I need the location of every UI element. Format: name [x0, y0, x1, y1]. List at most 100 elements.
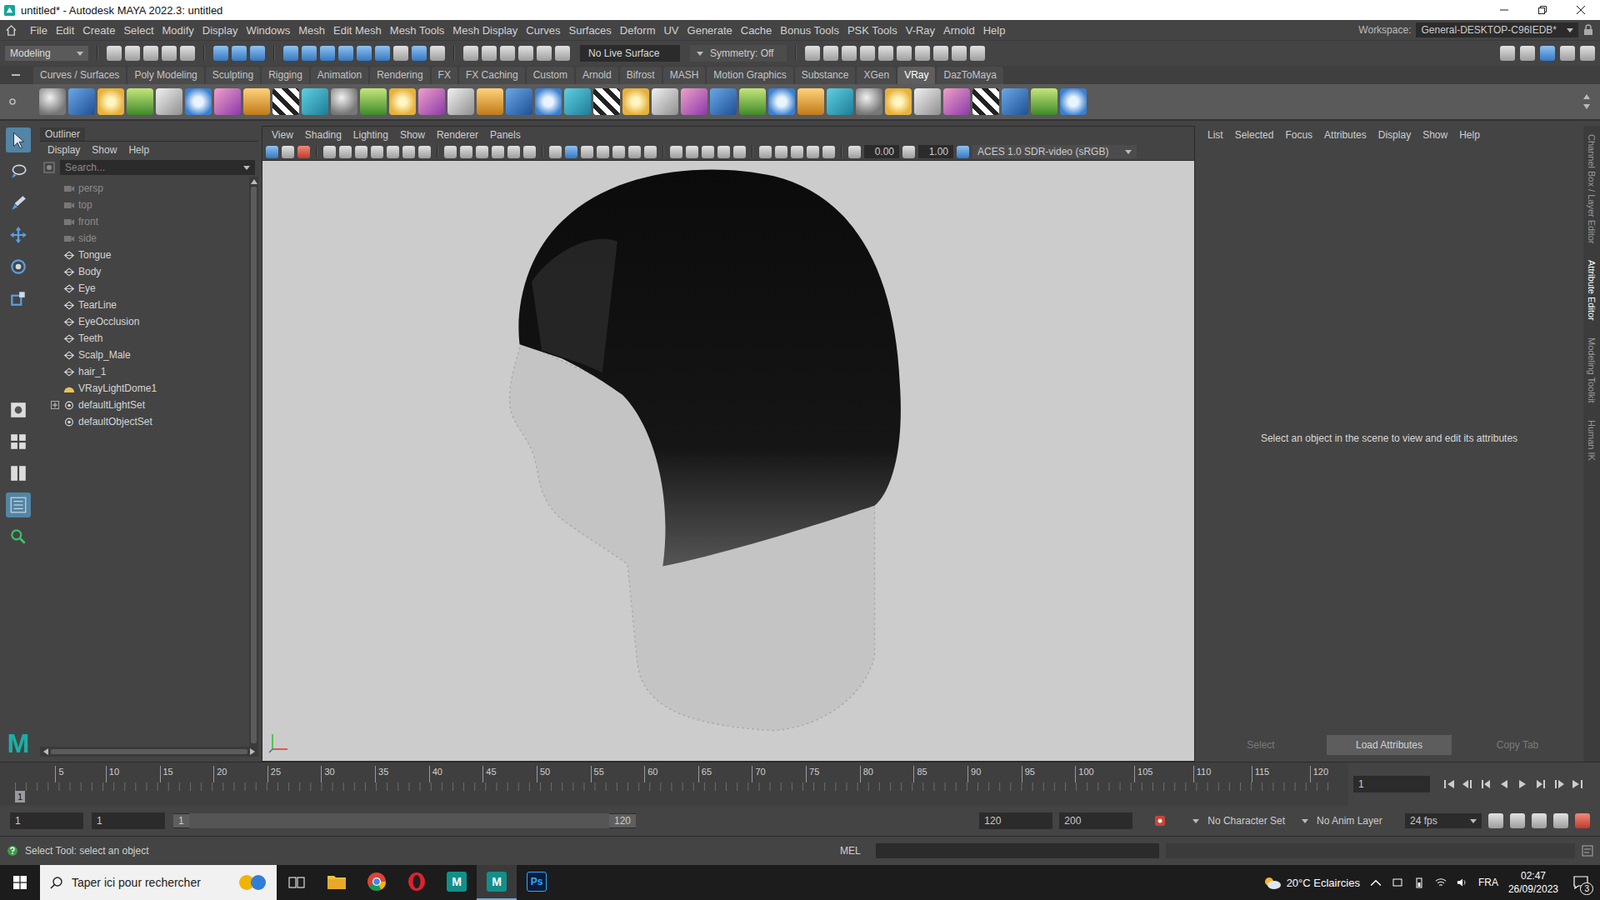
hud-tool-icon[interactable]	[759, 145, 772, 159]
command-field[interactable]	[875, 843, 1160, 859]
auto-key-icon[interactable]	[1154, 815, 1166, 827]
render-tool-icon[interactable]	[841, 45, 857, 61]
shelf-tool-icon[interactable]	[272, 88, 300, 115]
tool-button[interactable]	[5, 159, 31, 185]
step-back-key-icon[interactable]	[1461, 779, 1474, 790]
shelf-tab[interactable]: Curves / Surfaces	[33, 66, 126, 85]
shading-tool-icon[interactable]	[580, 145, 594, 159]
menu-item[interactable]: Mesh Tools	[385, 24, 450, 37]
outliner-item[interactable]: side	[40, 230, 250, 247]
layout-button[interactable]	[5, 429, 31, 455]
menu-item[interactable]: Display	[198, 24, 243, 37]
outliner-item[interactable]: defaultLightSet	[40, 396, 250, 414]
menu-item[interactable]: Create	[78, 24, 120, 37]
shelf-tool-icon[interactable]	[39, 88, 66, 115]
shelf-tab[interactable]: VRay	[897, 66, 935, 85]
outliner-item[interactable]: persp	[40, 180, 250, 197]
scroll-thumb[interactable]	[250, 186, 257, 744]
viewport-menu-item[interactable]: Renderer	[430, 129, 485, 141]
outliner-item[interactable]: hair_1	[40, 363, 250, 380]
show-hidden-icons-icon[interactable]	[1370, 876, 1382, 889]
hud-tool-icon[interactable]	[822, 145, 835, 159]
preferences-icon[interactable]	[1575, 813, 1590, 829]
shelf-tool-icon[interactable]	[768, 88, 795, 115]
shelf-settings-icon[interactable]	[8, 97, 17, 106]
hud-tool-icon[interactable]	[775, 145, 788, 159]
exposure-icon[interactable]	[848, 145, 861, 159]
shelf-tool-icon[interactable]	[330, 88, 358, 115]
display-tool-icon[interactable]	[507, 145, 520, 159]
step-forward-key-icon[interactable]	[1553, 779, 1565, 790]
clock[interactable]: 02:4726/09/2023	[1508, 869, 1559, 896]
attribute-menu-item[interactable]: Attributes	[1318, 129, 1373, 141]
selection-mask-icon[interactable]	[320, 45, 335, 61]
shelf-scroll[interactable]	[1583, 94, 1597, 110]
shading-tool-icon[interactable]	[596, 145, 610, 159]
file-tool-icon[interactable]	[125, 45, 140, 61]
shelf-tool-icon[interactable]	[855, 88, 883, 115]
attribute-menu-item[interactable]: Help	[1453, 129, 1486, 141]
select-mode-icon[interactable]	[250, 45, 265, 61]
menu-item[interactable]: Edit	[51, 24, 79, 37]
menu-item[interactable]: File	[25, 24, 52, 37]
symmetry-dropdown[interactable]: Symmetry: Off	[690, 45, 787, 62]
shelf-tool-icon[interactable]	[710, 88, 737, 115]
isolate-tool-icon[interactable]	[685, 145, 699, 159]
attribute-menu-item[interactable]: Selected	[1229, 129, 1280, 141]
play-backward-icon[interactable]	[1498, 779, 1510, 790]
selection-mask-icon[interactable]	[393, 45, 409, 61]
volume-icon[interactable]	[1456, 876, 1469, 889]
snap-icon[interactable]	[463, 45, 479, 61]
render-tool-icon[interactable]	[970, 45, 985, 61]
speed-icon[interactable]	[1553, 813, 1569, 829]
animation-end-field[interactable]: 200	[1059, 812, 1133, 830]
playback-end-field[interactable]: 120	[979, 812, 1053, 830]
notification-center[interactable]: 3	[1568, 865, 1594, 900]
tool-button[interactable]	[5, 190, 31, 216]
shading-tool-icon[interactable]	[565, 145, 578, 159]
viewport-menu-item[interactable]: Shading	[299, 129, 348, 141]
attribute-button[interactable]: Copy Tab	[1455, 735, 1580, 755]
news-widget-icon[interactable]	[236, 872, 270, 893]
menu-item[interactable]: Arnold	[939, 24, 980, 37]
side-tab[interactable]: Attribute Editor	[1586, 260, 1597, 321]
layout-button[interactable]	[5, 460, 31, 486]
filter-icon[interactable]	[43, 161, 55, 174]
camera-tool-icon[interactable]	[265, 145, 279, 159]
go-to-start-icon[interactable]	[1443, 779, 1455, 790]
range-slider-bar[interactable]: 1120	[173, 813, 636, 829]
render-tool-icon[interactable]	[878, 45, 894, 61]
range-end-handle[interactable]: 120	[609, 814, 636, 828]
viewport-menu-item[interactable]: Panels	[484, 129, 527, 141]
exposure-field[interactable]: 0.00	[864, 145, 900, 159]
attribute-menu-item[interactable]: Display	[1372, 129, 1417, 141]
side-tab[interactable]: Channel Box / Layer Editor	[1586, 134, 1597, 244]
shelf-tool-icon[interactable]	[535, 88, 562, 115]
outliner-menu-item[interactable]: Display	[41, 144, 86, 156]
shelf-tab[interactable]: Rigging	[261, 66, 310, 85]
menu-item[interactable]: Deform	[615, 24, 660, 37]
shelf-tab[interactable]: Custom	[526, 66, 575, 85]
taskbar-app[interactable]	[356, 865, 397, 900]
shelf-tool-icon[interactable]	[360, 88, 387, 115]
scroll-thumb[interactable]	[50, 749, 248, 755]
snap-icon[interactable]	[518, 45, 534, 61]
file-tool-icon[interactable]	[180, 45, 195, 61]
shelf-tool-icon[interactable]	[739, 88, 766, 115]
shelf-tool-icon[interactable]	[214, 88, 241, 115]
camera-tool-icon[interactable]	[402, 145, 415, 159]
script-editor-icon[interactable]	[1581, 845, 1594, 857]
battery-icon[interactable]	[1413, 876, 1425, 889]
outliner-item[interactable]: VRayLightDome1	[40, 380, 250, 397]
shelf-tool-icon[interactable]	[1001, 88, 1029, 115]
snap-icon[interactable]	[536, 45, 552, 61]
outliner-item[interactable]: Scalp_Male	[40, 346, 250, 364]
snap-icon[interactable]	[481, 45, 497, 61]
display-tool-icon[interactable]	[444, 145, 457, 159]
play-forward-icon[interactable]	[1516, 779, 1529, 790]
layout-icon[interactable]	[1540, 45, 1555, 61]
current-frame-field[interactable]: 1	[1353, 775, 1430, 793]
shelf-menu-icon[interactable]	[11, 70, 20, 80]
render-tool-icon[interactable]	[915, 45, 930, 61]
viewport-canvas[interactable]	[262, 160, 1195, 761]
